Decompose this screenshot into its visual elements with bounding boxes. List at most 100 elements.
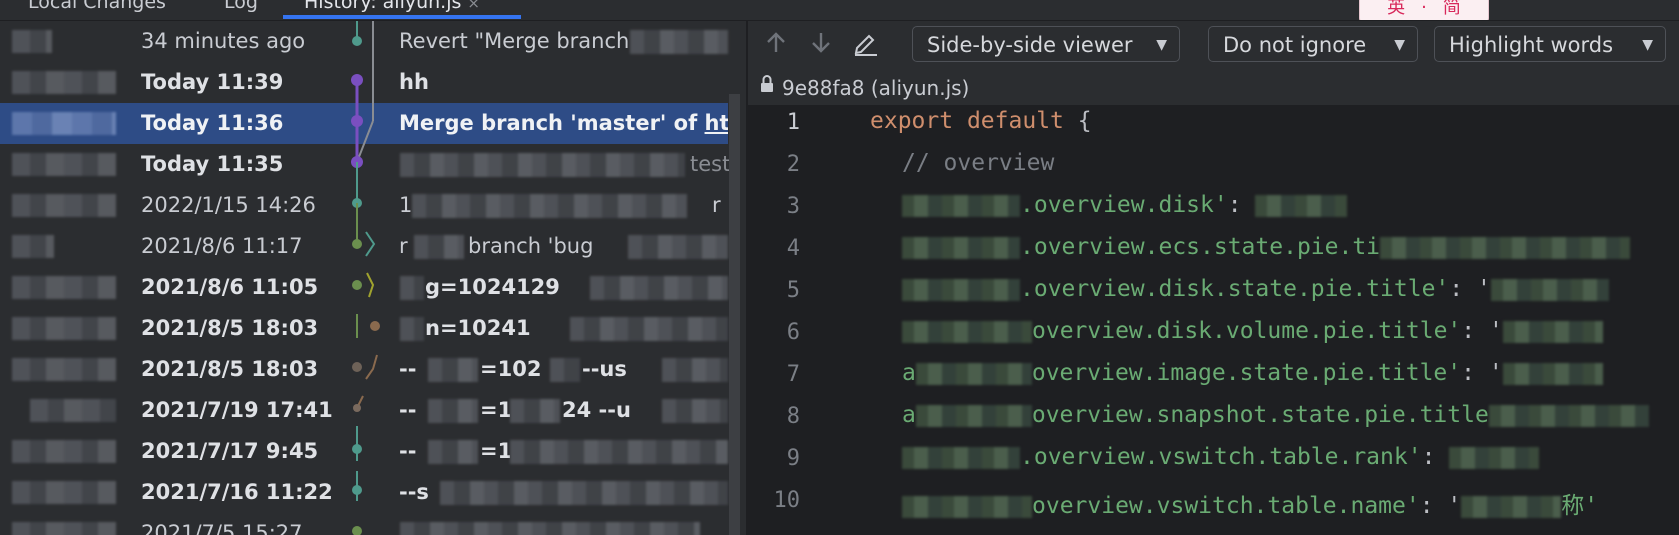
author-redacted (12, 276, 116, 299)
redacted-text (662, 399, 728, 423)
graph-node (353, 404, 361, 412)
redacted-code (902, 495, 1032, 518)
ime-separator: · (1421, 0, 1427, 18)
dropdown-value: Highlight words (1449, 33, 1614, 57)
code-line: a overview.snapshot.state.pie.title (902, 402, 1649, 428)
commit-date: Today 11:36 (141, 111, 284, 135)
graph-edge (365, 354, 378, 380)
author-redacted (30, 399, 116, 422)
dropdown-value: Side-by-side viewer (927, 33, 1133, 57)
highlight-mode-dropdown[interactable]: Highlight words ▼ (1434, 26, 1666, 62)
code-line: .overview.disk': (902, 192, 1348, 218)
redacted-text (590, 276, 728, 300)
graph-node (370, 321, 380, 331)
line-number: 2 (786, 152, 800, 177)
redacted-code (1488, 404, 1649, 427)
string-token: 称' (1561, 493, 1599, 519)
arrow-up-icon[interactable] (762, 29, 790, 59)
commit-message-mid: =1 (480, 398, 510, 422)
redacted-text (400, 522, 700, 535)
punct-token: : ' (1461, 360, 1503, 386)
redacted-code (902, 194, 1020, 217)
redacted-code (1502, 362, 1603, 385)
code-line: .overview.disk.state.pie.title': ' (902, 276, 1609, 302)
commit-message-mid: =1 (480, 439, 510, 463)
author-redacted (12, 153, 116, 176)
redacted-code (902, 278, 1020, 301)
author-redacted (12, 194, 116, 217)
line-number: 10 (773, 488, 801, 513)
ime-status-widget[interactable]: 英 · 简 (1359, 0, 1489, 20)
commit-log-panel: 34 minutes ago Revert "Merge branch Toda… (0, 21, 746, 535)
ignore-whitespace-dropdown[interactable]: Do not ignore ▼ (1208, 26, 1418, 62)
graph-node (352, 485, 362, 495)
author-redacted (12, 235, 54, 258)
keyword-token: default (966, 108, 1064, 134)
commit-date: Today 11:35 (141, 152, 284, 176)
graph-node (352, 362, 362, 372)
code-line: overview.disk.volume.pie.title': ' (902, 318, 1603, 344)
tab-log[interactable]: Log (224, 0, 258, 19)
log-scrollbar[interactable] (729, 94, 740, 535)
punct-token: : (1227, 192, 1242, 218)
commit-date: Today 11:39 (141, 70, 284, 94)
line-number: 7 (786, 362, 800, 387)
tool-window-tabbar: Local Changes Log History: aliyun.js × 英 ·… (0, 0, 1679, 21)
pencil-icon[interactable] (852, 29, 880, 59)
redacted-text (630, 30, 728, 54)
commit-message-mid: n=10241 (425, 316, 531, 340)
redacted-code (902, 236, 1020, 259)
string-token: .overview.ecs.state.pie.ti (1020, 234, 1381, 260)
file-revision-header: 9e88fa8 (aliyun.js) (748, 71, 1679, 106)
commit-message-link[interactable]: http (705, 111, 728, 135)
graph-node (352, 280, 362, 290)
commit-date: 34 minutes ago (141, 29, 306, 53)
commit-date: 2022/1/15 14:26 (141, 193, 316, 217)
redacted-code (902, 320, 1032, 343)
keyword-token: export (870, 108, 954, 134)
redacted-text (412, 194, 687, 218)
graph-node (351, 74, 363, 86)
string-token: .overview.disk.state.pie.title' (1020, 276, 1450, 302)
code-line: .overview.ecs.state.pie.ti (902, 234, 1631, 260)
commit-message-tail: r (712, 193, 721, 217)
author-redacted (12, 481, 116, 504)
commit-message-tail: test (690, 152, 730, 176)
code-line: export default { (870, 108, 1092, 134)
line-number: 4 (786, 236, 800, 261)
string-token: .overview.disk' (1020, 192, 1228, 218)
code-line: .overview.vswitch.table.rank': (902, 444, 1540, 470)
active-tab-indicator (283, 15, 521, 19)
commit-message: --s (399, 480, 429, 504)
string-token: overview.disk.volume.pie.title' (1032, 318, 1462, 344)
redacted-code (902, 446, 1020, 469)
redacted-text (662, 358, 728, 382)
string-token: a (902, 402, 916, 428)
commit-date: 2021/7/17 9:45 (141, 439, 319, 463)
code-editor[interactable]: 1 2 3 4 5 6 7 8 9 10 export default { //… (748, 106, 1679, 535)
ime-mode-label: 简 (1442, 0, 1461, 18)
lock-icon (759, 71, 775, 105)
commit-date: 2021/7/16 11:22 (141, 480, 333, 504)
tab-label: Log (224, 0, 258, 13)
author-redacted (12, 522, 116, 535)
string-token: a (902, 360, 916, 386)
author-redacted (12, 440, 116, 463)
code-line: overview.vswitch.table.name': ' 称' (902, 486, 1598, 520)
graph-edge (365, 231, 376, 257)
redacted-text (510, 440, 728, 464)
viewer-mode-dropdown[interactable]: Side-by-side viewer ▼ (912, 26, 1180, 62)
redacted-text (428, 440, 478, 464)
tab-local-changes[interactable]: Local Changes (28, 0, 166, 19)
commit-message-mid: branch 'bug (468, 234, 594, 258)
commit-message-text: Merge branch 'master' of (399, 111, 705, 135)
punct-token: : ' (1461, 318, 1503, 344)
commit-message: -- (399, 439, 417, 463)
redacted-text (414, 235, 464, 259)
arrow-down-icon[interactable] (807, 29, 835, 59)
graph-node (352, 444, 362, 454)
author-redacted (12, 30, 52, 53)
commit-graph (351, 21, 380, 535)
close-icon[interactable]: × (467, 0, 480, 12)
tab-label: History: aliyun.js (304, 0, 462, 13)
